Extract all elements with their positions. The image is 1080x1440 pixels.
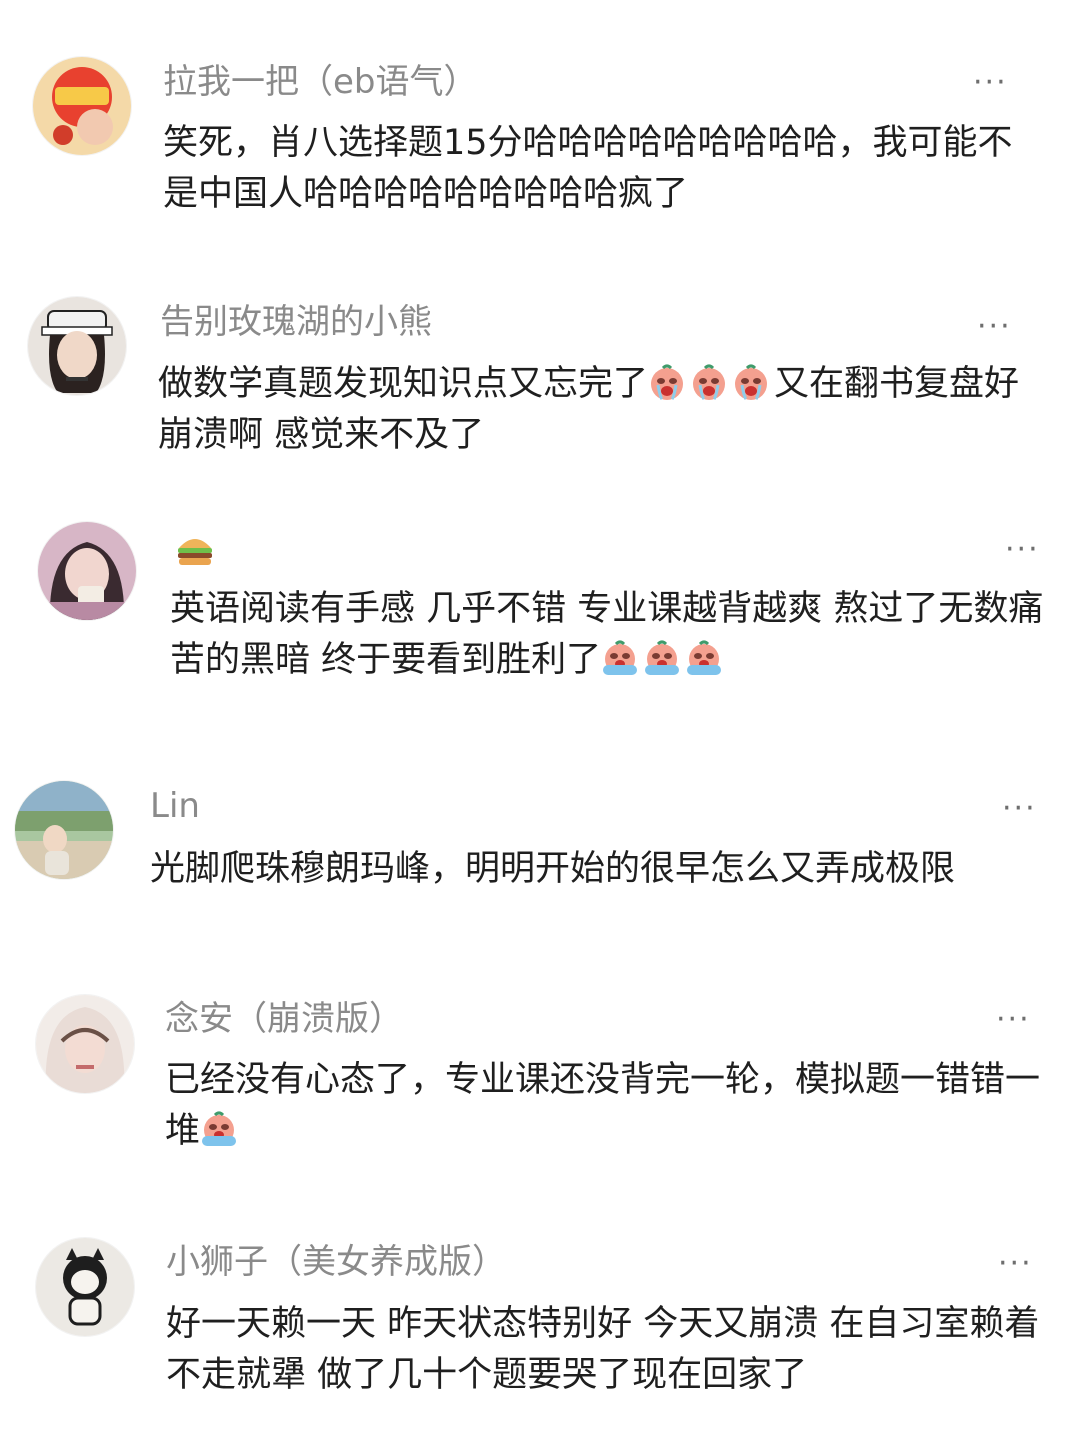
comment-text-part: 笑死，肖八选择题15分哈哈哈哈哈哈哈哈哈，我可能不是中国人哈哈哈哈哈哈哈哈哈疯了 (163, 123, 1013, 214)
crying-peach-emoji (732, 363, 770, 401)
comment-text-part: 光脚爬珠穆朗玛峰，明明开始的很早怎么又弄成极限 (150, 849, 956, 889)
avatar[interactable] (36, 995, 134, 1093)
tearful-peach-emoji (200, 1110, 238, 1148)
comment-text: 笑死，肖八选择题15分哈哈哈哈哈哈哈哈哈，我可能不是中国人哈哈哈哈哈哈哈哈哈疯了 (163, 118, 1043, 220)
more-options-button[interactable]: ··· (996, 1005, 1031, 1035)
comment-text-part: 做数学真题发现知识点又忘完了 (158, 364, 649, 404)
username[interactable]: 小狮子（美女养成版） (166, 1240, 506, 1284)
username[interactable]: 拉我一把（eb语气） (163, 60, 478, 104)
tearful-peach-emoji (685, 639, 723, 677)
crying-peach-emoji (648, 363, 686, 401)
more-options-button[interactable]: ··· (998, 1249, 1033, 1279)
avatar[interactable] (36, 1238, 134, 1336)
more-options-button[interactable]: ··· (1002, 794, 1037, 824)
comment-text-part: 好一天赖一天 昨天状态特别好 今天又崩溃 在自习室赖着不走就犟 做了几十个题要哭… (166, 1304, 1040, 1395)
avatar[interactable] (28, 297, 126, 395)
crying-peach-emoji (690, 363, 728, 401)
comment-text: 好一天赖一天 昨天状态特别好 今天又崩溃 在自习室赖着不走就犟 做了几十个题要哭… (166, 1299, 1046, 1401)
more-options-button[interactable]: ··· (1005, 535, 1040, 565)
username[interactable]: Lin (150, 784, 200, 828)
comment-text: 光脚爬珠穆朗玛峰，明明开始的很早怎么又弄成极限 (150, 844, 1050, 895)
comment-text: 英语阅读有手感 几乎不错 专业课越背越爽 熬过了无数痛苦的黑暗 终于要看到胜利了 (170, 584, 1050, 686)
avatar[interactable] (33, 57, 131, 155)
hamburger-icon (176, 534, 214, 568)
username[interactable]: 念安（崩溃版） (165, 997, 403, 1041)
more-options-button[interactable]: ··· (977, 312, 1012, 342)
comment-text: 已经没有心态了，专业课还没背完一轮，模拟题一错错一堆 (165, 1055, 1045, 1157)
comment-text: 做数学真题发现知识点又忘完了 又在翻书复盘好崩溃啊 感觉来不及了 (158, 359, 1038, 461)
avatar[interactable] (38, 522, 136, 620)
avatar[interactable] (15, 781, 113, 879)
tearful-peach-emoji (601, 639, 639, 677)
more-options-button[interactable]: ··· (973, 68, 1008, 98)
comment-text-part: 已经没有心态了，专业课还没背完一轮，模拟题一错错一堆 (165, 1060, 1041, 1151)
username[interactable]: 告别玫瑰湖的小熊 (160, 300, 432, 344)
tearful-peach-emoji (643, 639, 681, 677)
